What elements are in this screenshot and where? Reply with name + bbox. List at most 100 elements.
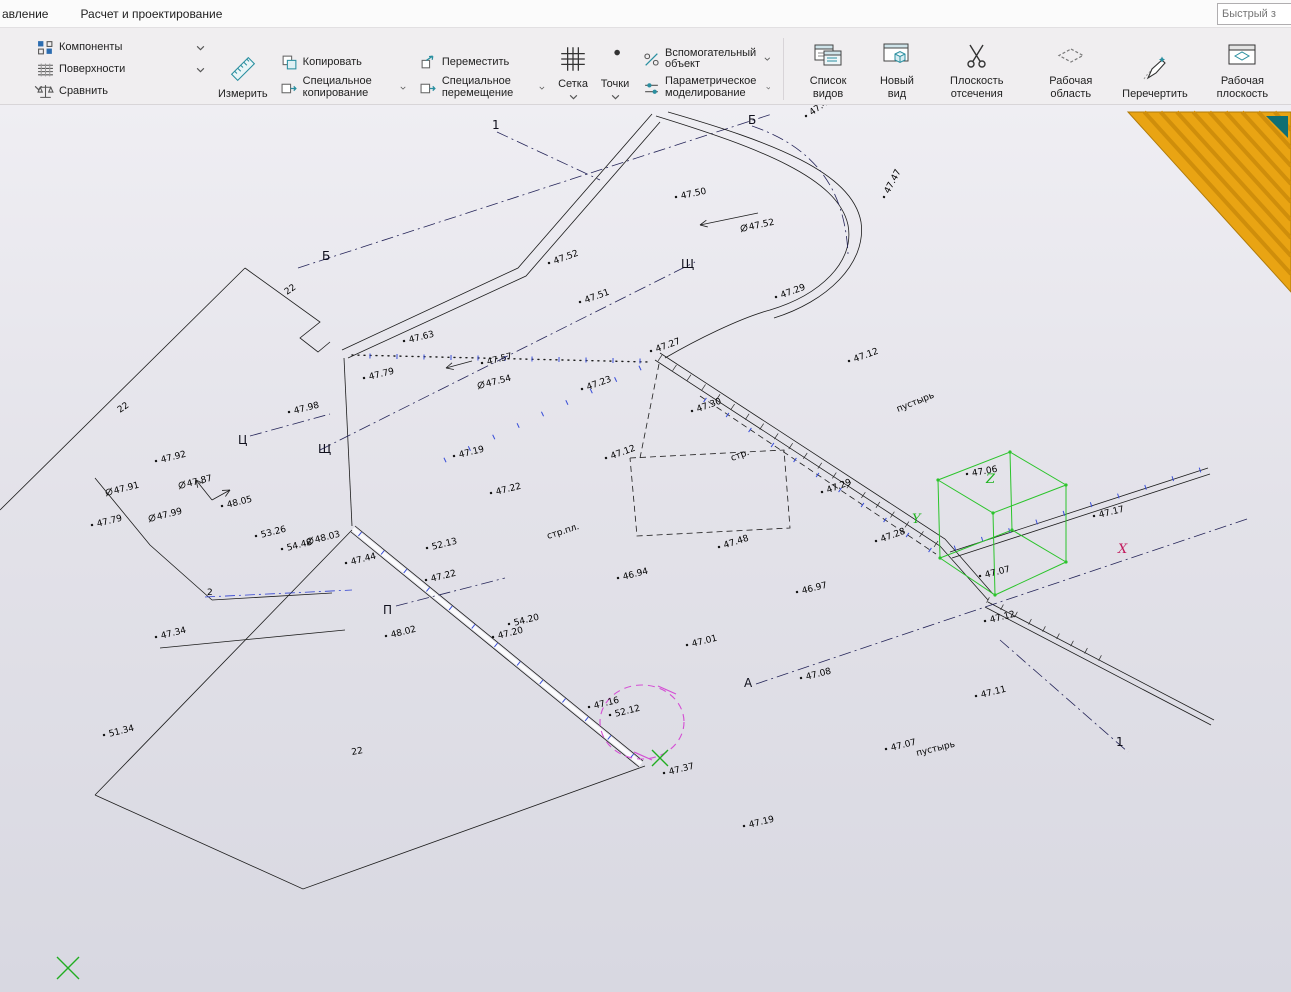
clip-plane-button[interactable]: Плоскость отсечения <box>934 36 1019 100</box>
elevation-point[interactable]: 54.48 <box>280 538 314 556</box>
hatch-tick <box>1171 476 1175 482</box>
clip-plane-label: Плоскость отсечения <box>950 75 1004 100</box>
drawing-canvas[interactable]: 47.43 47.50 47.52 47.47 47.52 47.51 47.29 47.63… <box>0 105 1291 992</box>
hatch-tick <box>516 423 520 428</box>
elevation-point[interactable]: 47.92 <box>154 450 187 467</box>
elevation-point[interactable]: 51.34 <box>102 724 136 742</box>
chevron-down-icon[interactable] <box>196 67 205 73</box>
cube-vertex-handle[interactable] <box>1010 528 1014 532</box>
measure-button[interactable]: Измерить <box>218 36 268 100</box>
chevron-down-icon[interactable] <box>539 85 545 91</box>
tab-analysis-design[interactable]: Расчет и проектирование <box>78 3 232 25</box>
survey-drawing[interactable]: 47.43 47.50 47.52 47.47 47.52 47.51 47.29 47.63… <box>0 105 1291 992</box>
elevation-point[interactable]: 48.02 <box>384 625 417 642</box>
elevation-label: 47.08 <box>805 667 833 683</box>
cube-vertex-handle[interactable] <box>1064 560 1068 564</box>
elevation-point[interactable]: 47.54 <box>477 374 513 392</box>
elevation-point[interactable]: 47.44 <box>344 552 378 570</box>
parametric-modeling-button[interactable]: Параметрическое моделирование <box>643 75 771 100</box>
elevation-point[interactable]: 48.05 <box>220 495 253 512</box>
chevron-down-icon[interactable] <box>196 45 205 51</box>
elevation-point[interactable]: 47.12 <box>604 444 637 464</box>
hatch-tick <box>492 434 496 440</box>
elevation-point[interactable]: 47.50 <box>674 187 708 203</box>
chevron-down-icon[interactable] <box>765 85 771 91</box>
elevation-point[interactable]: 47.29 <box>820 478 854 498</box>
redraw-button[interactable]: Перечертить <box>1122 36 1188 100</box>
elevation-point[interactable]: 47.51 <box>578 288 611 308</box>
elevation-point[interactable]: 47.29 <box>774 283 808 303</box>
elevation-point[interactable]: 47.99 <box>148 507 184 525</box>
elevation-point[interactable]: 47.47 <box>880 168 904 201</box>
elevation-point[interactable]: 47.30 <box>690 397 724 417</box>
points-button[interactable]: Точки <box>600 36 630 100</box>
elevation-point[interactable]: 47.52 <box>547 249 580 269</box>
new-view-button[interactable]: Новый вид <box>872 36 922 100</box>
elevation-point[interactable]: 47.19 <box>742 815 776 833</box>
elevation-point[interactable]: 47.27 <box>649 337 682 357</box>
area-label: стр. <box>730 448 751 464</box>
cube-vertex-handle[interactable] <box>991 511 995 515</box>
area-label: стр.пл. <box>546 522 581 542</box>
elevation-point[interactable]: 47.07 <box>884 738 917 755</box>
components-button[interactable]: Компоненты <box>37 39 205 56</box>
elevation-point[interactable]: 47.98 <box>287 401 321 419</box>
chevron-down-icon[interactable] <box>569 94 578 100</box>
hatch-tick <box>686 374 692 381</box>
elevation-point[interactable]: 47.19 <box>452 445 486 463</box>
special-move-button[interactable]: Специальное перемещение <box>420 75 545 100</box>
quick-launch-input[interactable] <box>1217 2 1291 25</box>
elevation-point[interactable]: 52.13 <box>425 537 458 554</box>
work-area-button[interactable]: Рабочая область <box>1031 36 1110 100</box>
cube-vertex-handle[interactable] <box>938 556 942 560</box>
elevation-point[interactable]: 47.57 <box>480 352 513 369</box>
point-marker <box>804 114 808 118</box>
elevation-point[interactable]: 47.34 <box>154 626 188 644</box>
hatch-tick <box>928 547 932 553</box>
elevation-point[interactable]: 47.12 <box>847 347 880 367</box>
grid-button[interactable]: Сетка <box>558 36 588 100</box>
point-marker <box>847 359 851 363</box>
chevron-down-icon[interactable] <box>764 56 771 62</box>
elevation-point[interactable]: 47.79 <box>90 514 124 532</box>
cube-vertex-handle[interactable] <box>1064 483 1068 487</box>
grid-label: Щ <box>318 442 331 456</box>
elevation-point[interactable]: 53.26 <box>254 525 288 543</box>
cube-vertex-handle[interactable] <box>993 593 997 597</box>
helper-object-label: Вспомогательный объект <box>665 46 757 71</box>
elevation-point[interactable]: 47.22 <box>489 482 522 499</box>
elevation-point[interactable]: 47.87 <box>178 474 214 492</box>
view-list-button[interactable]: Список видов <box>796 36 860 100</box>
elevation-point[interactable]: 47.28 <box>874 527 908 547</box>
elevation-point[interactable]: 47.52 <box>740 218 776 235</box>
ribbon-overflow-button[interactable] <box>34 78 43 96</box>
special-move-label: Специальное перемещение <box>441 75 514 100</box>
surfaces-button[interactable]: Поверхности <box>37 61 205 78</box>
elevation-point[interactable]: 47.12 <box>983 610 1016 627</box>
elevation-point[interactable]: 47.48 <box>717 534 751 553</box>
elevation-point[interactable]: 47.23 <box>580 375 613 395</box>
elevation-point[interactable]: 47.17 <box>1092 505 1125 522</box>
elevation-point[interactable]: 46.97 <box>795 581 828 598</box>
move-button[interactable]: Переместить <box>420 54 545 71</box>
elevation-label: 47.98 <box>293 401 321 417</box>
elevation-point[interactable]: 46.94 <box>616 567 650 585</box>
special-copy-button[interactable]: Специальное копирование <box>281 75 406 100</box>
copy-button[interactable]: Копировать <box>281 54 406 71</box>
chevron-down-icon[interactable] <box>611 94 620 100</box>
helper-object-button[interactable]: Вспомогательный объект <box>643 46 771 72</box>
compare-button[interactable]: Сравнить <box>37 83 205 100</box>
elevation-point[interactable]: 47.79 <box>362 367 396 385</box>
cube-vertex-handle[interactable] <box>1008 450 1012 454</box>
elevation-point[interactable]: 47.43 <box>803 105 835 122</box>
elevation-point[interactable]: 47.22 <box>424 569 457 586</box>
elevation-point[interactable]: 47.63 <box>402 330 435 347</box>
chevron-down-icon[interactable] <box>400 85 406 91</box>
tab-management[interactable]: авление <box>2 3 58 25</box>
elevation-point[interactable]: 47.01 <box>685 634 718 651</box>
work-plane-button[interactable]: Рабочая плоскость <box>1200 36 1285 100</box>
elevation-point[interactable]: 47.08 <box>799 667 833 685</box>
elevation-point[interactable]: 47.11 <box>974 685 1007 702</box>
elevation-label: 47.28 <box>879 527 907 545</box>
cube-vertex-handle[interactable] <box>936 478 940 482</box>
